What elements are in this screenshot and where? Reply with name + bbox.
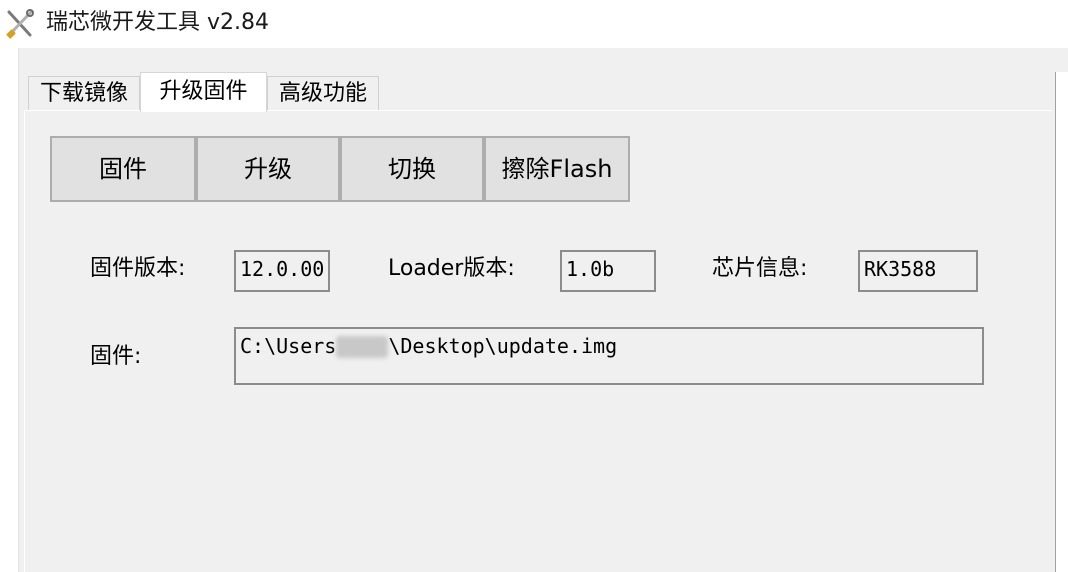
redacted-username [336,336,389,358]
firmware-path-prefix: C:\Users [240,334,337,358]
switch-button[interactable]: 切换 [340,136,484,202]
tab-download-image[interactable]: 下载镜像 [28,76,140,112]
firmware-button[interactable]: 固件 [50,136,196,202]
loader-version-field: 1.0b [560,250,656,292]
chip-info-field: RK3588 [858,250,978,292]
tools-icon [6,9,34,39]
firmware-path-suffix: \Desktop\update.img [388,334,618,358]
right-panel-edge [1055,72,1068,572]
erase-flash-button[interactable]: 擦除Flash [484,136,630,202]
firmware-path-label: 固件: [90,344,142,369]
tab-advanced-functions[interactable]: 高级功能 [267,76,379,112]
title-bar: 瑞芯微开发工具 v2.84 [0,0,1068,48]
upgrade-button[interactable]: 升级 [196,136,340,202]
window-title: 瑞芯微开发工具 v2.84 [46,10,269,35]
firmware-version-field: 12.0.00 [234,250,330,292]
firmware-path-field: C:\Users \Desktop\update.img [234,327,984,385]
chip-info-label: 芯片信息: [712,256,808,281]
client-left-edge [18,48,19,572]
firmware-version-label: 固件版本: [90,256,186,281]
loader-version-label: Loader版本: [388,256,515,281]
tab-upgrade-firmware[interactable]: 升级固件 [140,72,267,112]
